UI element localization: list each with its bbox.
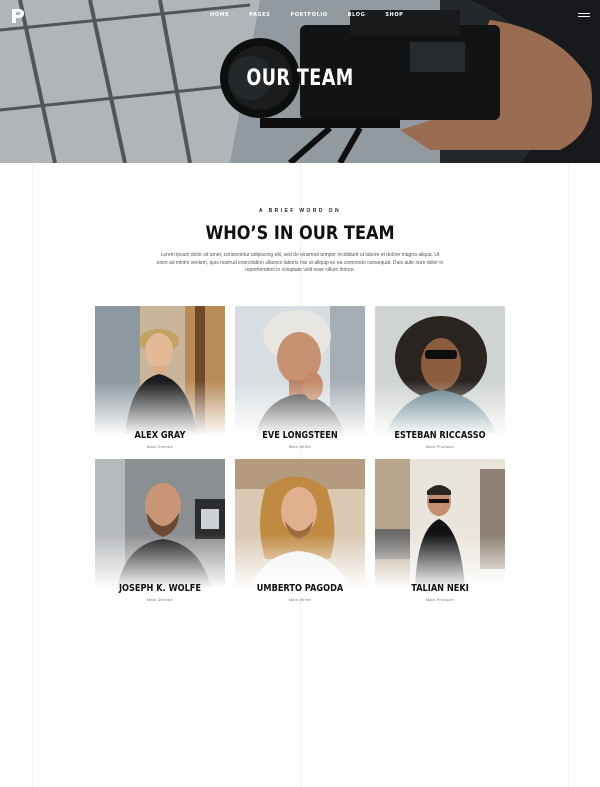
team-member-role: Main Writer [288, 597, 312, 602]
team-card[interactable] [375, 306, 505, 436]
team-member-name[interactable]: TALIAN NEKI [387, 583, 494, 594]
page-title: OUR TEAM [246, 66, 354, 91]
page-guide [568, 163, 569, 787]
nav-home[interactable]: HOME [210, 12, 229, 18]
team-member-role: Main Producer [425, 597, 455, 602]
team-card[interactable] [95, 459, 225, 589]
team-member-role: Main Director [146, 444, 174, 449]
nav-shop[interactable]: SHOP [385, 12, 403, 18]
team-member-role: Main Producer [425, 444, 455, 449]
brand-logo[interactable] [11, 8, 25, 24]
section-paragraph: Lorem ipsum dolor sit amet, consectetur … [156, 252, 444, 274]
hamburger-menu-icon[interactable] [578, 13, 590, 19]
team-card[interactable] [95, 306, 225, 436]
section-eyebrow: A BRIEF WORD ON [259, 208, 341, 214]
team-member-role: Main Writer [288, 444, 312, 449]
team-card[interactable] [375, 459, 505, 589]
team-member-name[interactable]: UMBERTO PAGODA [247, 583, 354, 594]
team-card[interactable] [235, 459, 365, 589]
team-member-role: Main Director [146, 597, 174, 602]
section-heading: WHO’S IN OUR TEAM [205, 222, 395, 244]
nav-portfolio[interactable]: PORTFOLIO [290, 12, 327, 18]
page-guide [32, 163, 33, 787]
main-nav: HOME PAGES PORTFOLIO BLOG SHOP [210, 12, 403, 18]
team-member-name[interactable]: JOSEPH K. WOLFE [107, 583, 214, 594]
team-card[interactable] [235, 306, 365, 436]
team-member-name[interactable]: EVE LONGSTEEN [247, 430, 354, 441]
team-member-name[interactable]: ALEX GRAY [107, 430, 214, 441]
nav-blog[interactable]: BLOG [348, 12, 366, 18]
hero-banner: HOME PAGES PORTFOLIO BLOG SHOP OUR TEAM [0, 0, 600, 163]
nav-pages[interactable]: PAGES [249, 12, 270, 18]
team-member-name[interactable]: ESTEBAN RICCASSO [387, 430, 494, 441]
